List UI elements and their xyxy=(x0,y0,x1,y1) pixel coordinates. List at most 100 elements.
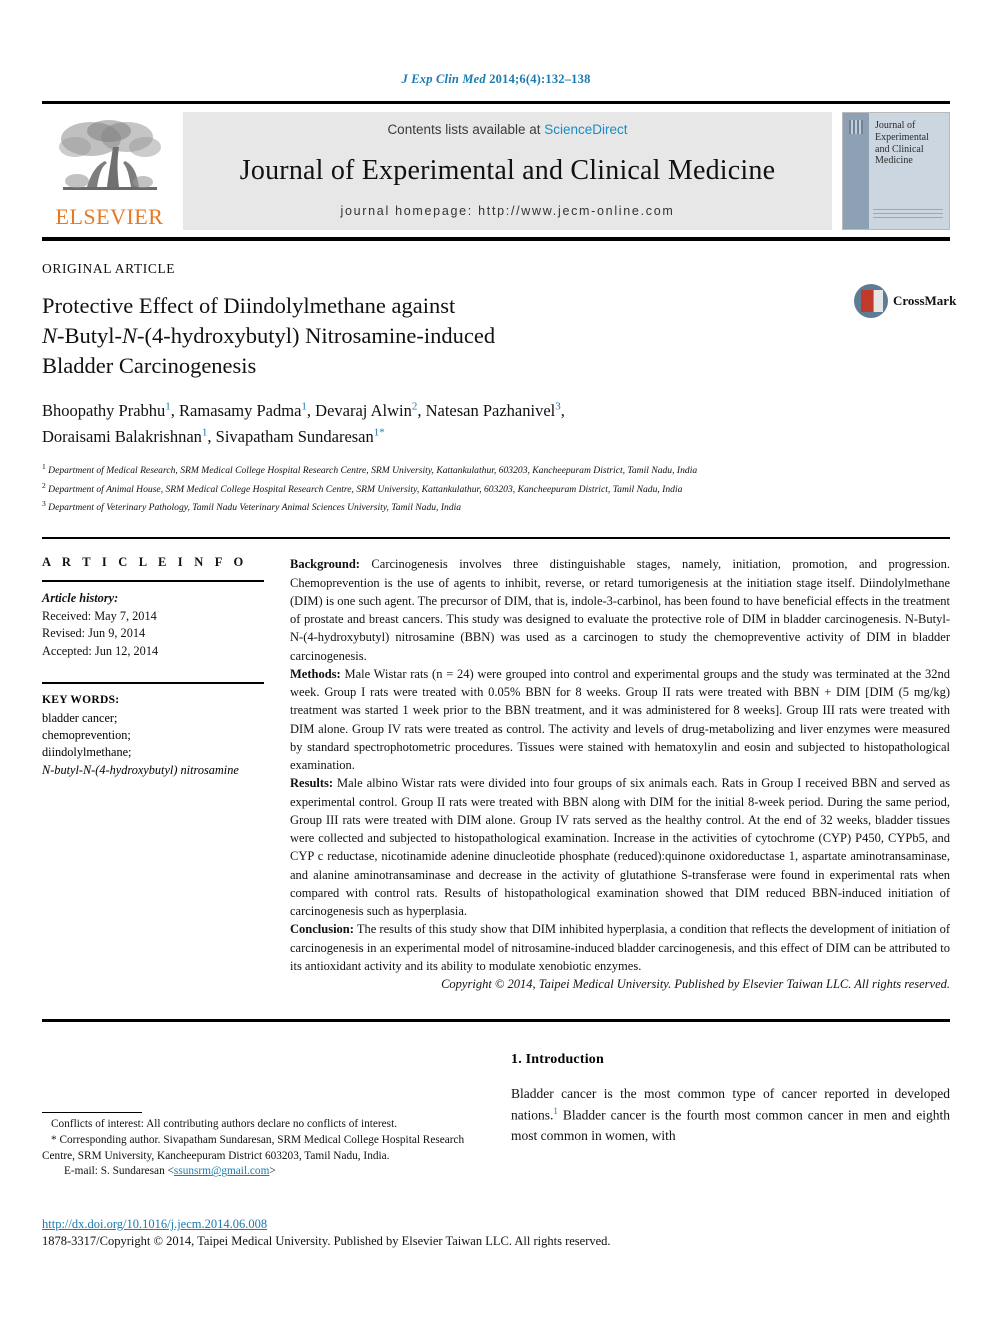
affiliation-text: Department of Animal House, SRM Medical … xyxy=(48,483,683,495)
abstract-column: Background: Carcinogenesis involves thre… xyxy=(290,555,950,993)
introduction-paragraph: Bladder cancer is the most common type o… xyxy=(511,1084,950,1146)
journal-homepage-link[interactable]: journal homepage: http://www.jecm-online… xyxy=(341,204,675,218)
masthead-bottom-rule xyxy=(42,237,950,241)
title-line-2-italic-n2: N xyxy=(122,322,138,348)
corresponding-author-marker: * xyxy=(379,426,385,439)
doi-link[interactable]: http://dx.doi.org/10.1016/j.jecm.2014.06… xyxy=(42,1217,950,1232)
cover-footer-decoration xyxy=(873,209,943,219)
author-separator: , xyxy=(560,401,565,421)
article-info-rule xyxy=(42,580,264,583)
body-columns: Conflicts of interest: All contributing … xyxy=(42,1052,950,1179)
author-name: Natesan Pazhanivel xyxy=(425,401,556,421)
article-type-kicker: ORIGINAL ARTICLE xyxy=(42,261,176,276)
page-title: Protective Effect of Diindolylmethane ag… xyxy=(42,291,742,381)
title-block: ORIGINAL ARTICLE CrossMark Protective Ef… xyxy=(42,261,956,381)
elsevier-tree-icon xyxy=(51,117,169,205)
title-line-3: Bladder Carcinogenesis xyxy=(42,352,257,378)
footnote-conflicts: Conflicts of interest: All contributing … xyxy=(51,1118,398,1131)
affiliation-text: Department of Medical Research, SRM Medi… xyxy=(48,465,698,477)
issn-copyright-line: 1878-3317/Copyright © 2014, Taipei Medic… xyxy=(42,1234,611,1248)
journal-title: Journal of Experimental and Clinical Med… xyxy=(239,154,776,186)
contents-prefix: Contents lists available at xyxy=(387,122,545,137)
abstract-background-label: Background: xyxy=(290,557,360,572)
abstract-results: Results: Male albino Wistar rats were di… xyxy=(290,774,950,920)
affiliation-marker: 1 xyxy=(42,462,46,472)
elsevier-logo: ELSEVIER xyxy=(42,112,177,230)
running-head-journal-abbrev: J Exp Clin Med xyxy=(401,72,486,86)
left-column: Conflicts of interest: All contributing … xyxy=(42,1052,481,1179)
affiliation-item: 3 Department of Veterinary Pathology, Ta… xyxy=(42,498,950,515)
author-name: Doraisami Balakrishnan xyxy=(42,426,202,446)
introduction-text-part2: Bladder cancer is the fourth most common… xyxy=(511,1107,950,1143)
keywords-block: KEY WORDS: bladder cancer; chemopreventi… xyxy=(42,692,268,779)
abstract-conclusion-label: Conclusion: xyxy=(290,922,354,937)
cover-title-text: Journal of Experimental and Clinical Med… xyxy=(875,120,929,167)
footnote-separator xyxy=(42,1112,142,1114)
abstract-methods-text: Male Wistar rats (n = 24) were grouped i… xyxy=(290,666,950,773)
abstract-conclusion-text: The results of this study show that DIM … xyxy=(290,922,950,973)
article-accepted-date: Accepted: Jun 12, 2014 xyxy=(42,643,159,658)
keyword-item: diindolylmethane; xyxy=(42,745,132,760)
abstract-methods: Methods: Male Wistar rats (n = 24) were … xyxy=(290,665,950,775)
crossmark-icon xyxy=(854,284,888,318)
email-address-link[interactable]: ssunsrm@gmail.com xyxy=(174,1165,269,1177)
author-name: Bhoopathy Prabhu xyxy=(42,401,166,421)
author-item: Devaraj Alwin2, xyxy=(315,401,426,421)
section-heading-introduction: 1. Introduction xyxy=(511,1052,604,1068)
affiliation-marker: 3 xyxy=(42,499,46,509)
footnote-email-line: E-mail: S. Sundaresan <ssunsrm@gmail.com… xyxy=(42,1164,481,1180)
article-history-label: Article history: xyxy=(42,591,119,606)
keyword-item: bladder cancer; xyxy=(42,710,118,725)
keywords-heading: KEY WORDS: xyxy=(42,694,120,707)
affiliation-list: 1 Department of Medical Research, SRM Me… xyxy=(42,461,950,515)
page-footer: http://dx.doi.org/10.1016/j.jecm.2014.06… xyxy=(42,1217,950,1249)
author-name: Devaraj Alwin xyxy=(315,401,412,421)
author-item: Sivapatham Sundaresan1* xyxy=(215,426,385,446)
keywords-rule xyxy=(42,682,264,685)
affiliation-item: 2 Department of Animal House, SRM Medica… xyxy=(42,480,950,497)
sciencedirect-link[interactable]: ScienceDirect xyxy=(544,122,627,137)
author-item: Ramasamy Padma1, xyxy=(179,401,316,421)
abstract-area: A R T I C L E I N F O Article history: R… xyxy=(42,555,950,993)
email-suffix: > xyxy=(269,1165,276,1178)
crossmark-badge[interactable]: CrossMark xyxy=(854,279,956,323)
title-line-2-mid: -Butyl- xyxy=(57,322,123,348)
author-item: Bhoopathy Prabhu1, xyxy=(42,401,180,421)
abstract-bottom-rule xyxy=(42,1019,950,1023)
article-info-heading: A R T I C L E I N F O xyxy=(42,555,248,570)
title-line-1: Protective Effect of Diindolylmethane ag… xyxy=(42,293,456,318)
author-separator: , xyxy=(207,426,216,446)
author-separator: , xyxy=(170,401,180,421)
abstract-results-text: Male albino Wistar rats were divided int… xyxy=(290,776,950,919)
contents-band: Contents lists available at ScienceDirec… xyxy=(183,112,832,230)
article-info-spacer xyxy=(42,660,268,682)
abstract-top-rule xyxy=(42,537,950,540)
abstract-methods-label: Methods: xyxy=(290,666,341,681)
affiliation-text: Department of Veterinary Pathology, Tami… xyxy=(48,502,462,514)
cover-publisher-icon xyxy=(849,120,863,134)
author-list: Bhoopathy Prabhu1, Ramasamy Padma1, Deva… xyxy=(42,399,772,450)
email-prefix: E-mail: S. Sundaresan < xyxy=(64,1165,174,1178)
article-received-date: Received: May 7, 2014 xyxy=(42,608,157,623)
article-history-block: Article history: Received: May 7, 2014 R… xyxy=(42,590,268,660)
author-name: Ramasamy Padma xyxy=(179,401,302,421)
author-item: Natesan Pazhanivel3, xyxy=(425,401,565,421)
author-name: Sivapatham Sundaresan xyxy=(215,426,374,446)
keyword-item: N-butyl-N-(4-hydroxybutyl) nitrosamine xyxy=(42,762,239,777)
author-item: Doraisami Balakrishnan1, xyxy=(42,426,216,446)
article-revised-date: Revised: Jun 9, 2014 xyxy=(42,626,146,641)
title-line-2-end: -(4-hydroxybutyl) Nitrosamine-induced xyxy=(137,322,496,348)
running-head-citation: 2014;6(4):132–138 xyxy=(485,72,591,86)
affiliation-item: 1 Department of Medical Research, SRM Me… xyxy=(42,461,950,478)
author-separator: , xyxy=(417,401,426,421)
crossmark-label: CrossMark xyxy=(893,293,957,308)
title-line-2-italic-n1: N xyxy=(42,322,58,348)
abstract-background-text: Carcinogenesis involves three distinguis… xyxy=(290,557,950,663)
abstract-results-label: Results: xyxy=(290,776,334,791)
author-separator: , xyxy=(306,401,316,421)
elsevier-wordmark: ELSEVIER xyxy=(55,204,164,229)
keyword-item: chemoprevention; xyxy=(42,727,131,742)
masthead: ELSEVIER Contents lists available at Sci… xyxy=(42,101,950,230)
running-head: J Exp Clin Med 2014;6(4):132–138 xyxy=(0,0,992,87)
journal-article-page: J Exp Clin Med 2014;6(4):132–138 ELSEVIE… xyxy=(0,0,992,1323)
